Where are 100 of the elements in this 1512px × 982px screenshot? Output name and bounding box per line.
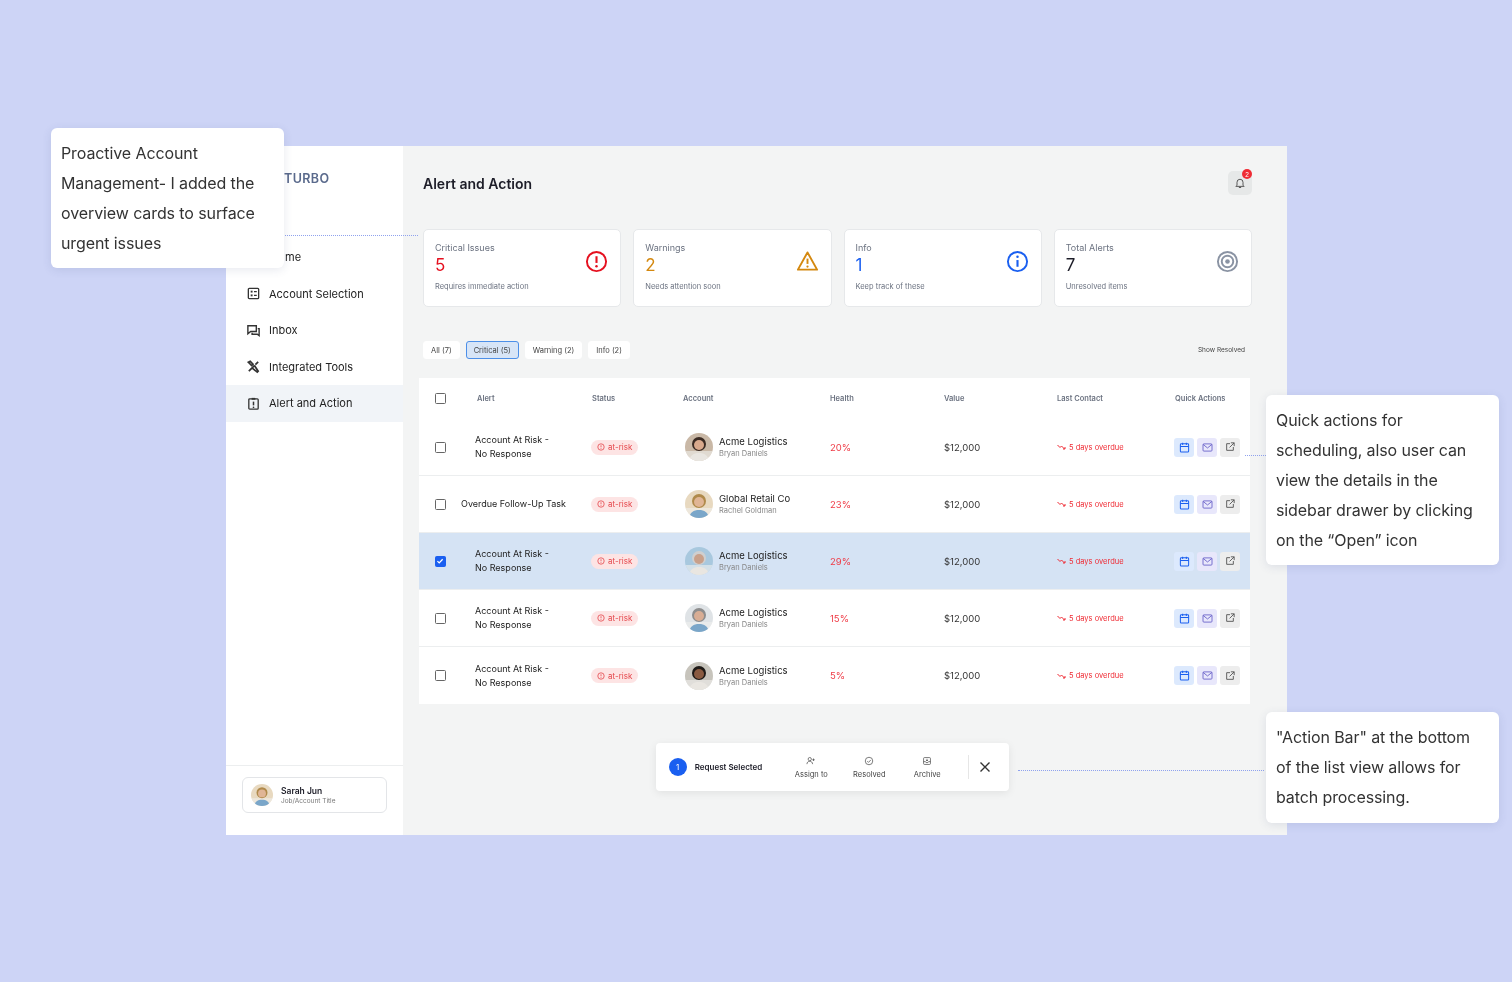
add-user-icon bbox=[806, 755, 817, 766]
warning-icon bbox=[795, 250, 819, 273]
alert-circle-icon bbox=[597, 443, 605, 451]
card-value: 2 bbox=[645, 255, 656, 275]
trend-down-icon bbox=[1057, 501, 1066, 507]
email-button[interactable] bbox=[1197, 437, 1217, 457]
value-cell-text: $12,000 bbox=[943, 612, 982, 624]
annotation-note: "Action Bar" at the bottom of the list view allows for batch processing. bbox=[1266, 712, 1499, 823]
mail-icon bbox=[1201, 613, 1213, 623]
schedule-button[interactable] bbox=[1174, 608, 1194, 628]
schedule-button[interactable] bbox=[1174, 437, 1194, 457]
account-name: Acme Logistics bbox=[719, 436, 788, 447]
mail-icon bbox=[1201, 671, 1213, 680]
alert-circle-icon bbox=[597, 557, 605, 565]
row-checkbox[interactable] bbox=[434, 498, 446, 510]
calendar-icon bbox=[1178, 555, 1190, 567]
close-icon bbox=[979, 761, 992, 773]
row-checkbox[interactable] bbox=[434, 555, 446, 567]
value-cell-text: $12,000 bbox=[943, 498, 982, 510]
chat-icon bbox=[246, 322, 261, 338]
selected-count: 1 bbox=[668, 758, 687, 776]
mail-icon bbox=[1201, 499, 1213, 509]
trend-down-icon bbox=[1057, 444, 1066, 450]
status-badge: at-risk bbox=[591, 668, 639, 683]
trend-down-icon bbox=[1057, 558, 1066, 564]
health-value: 29% bbox=[829, 555, 852, 567]
value-cell-text: $12,000 bbox=[943, 555, 982, 567]
external-link-icon bbox=[1225, 613, 1235, 623]
annotation-note: Proactive Account Management- I added the overview cards to surface urgent issues bbox=[51, 128, 284, 268]
open-button[interactable] bbox=[1220, 494, 1240, 514]
mail-icon bbox=[1201, 556, 1213, 566]
annotation-note: Quick actions for scheduling, also user can view the details in the sidebar drawer by clicking on the “Open” icon bbox=[1266, 395, 1499, 565]
account-name: Global Retail Co bbox=[719, 493, 791, 504]
external-link-icon bbox=[1225, 556, 1235, 566]
open-button[interactable] bbox=[1220, 608, 1240, 628]
email-button[interactable] bbox=[1197, 666, 1217, 685]
select-all-checkbox[interactable] bbox=[434, 393, 446, 404]
health-value: 23% bbox=[829, 498, 852, 510]
user-name: Sarah Jun bbox=[281, 785, 324, 796]
info-icon bbox=[1005, 250, 1029, 273]
status-badge: at-risk bbox=[591, 610, 639, 626]
logo-text: TURBO bbox=[284, 171, 330, 186]
account-name: Acme Logistics bbox=[719, 607, 788, 618]
check-circle-icon bbox=[864, 755, 875, 766]
external-link-icon bbox=[1225, 499, 1235, 509]
email-button[interactable] bbox=[1197, 494, 1217, 514]
email-button[interactable] bbox=[1197, 608, 1217, 628]
exclamation-circle-icon bbox=[585, 250, 609, 273]
status-badge: at-risk bbox=[591, 553, 639, 569]
alert-circle-icon bbox=[597, 671, 605, 680]
card-label: Total Alerts bbox=[1065, 242, 1114, 253]
card-value: 7 bbox=[1065, 255, 1076, 275]
alert-title: Account At Risk - No Response bbox=[474, 661, 550, 690]
list-icon bbox=[246, 286, 261, 302]
mail-icon bbox=[1201, 442, 1213, 452]
row-checkbox[interactable] bbox=[434, 441, 446, 453]
value-cell-text: $12,000 bbox=[943, 670, 982, 681]
account-name: Acme Logistics bbox=[719, 664, 788, 676]
calendar-icon bbox=[1178, 441, 1190, 453]
health-value: 20% bbox=[829, 441, 853, 453]
archive-icon bbox=[922, 755, 933, 766]
bell-icon bbox=[1234, 177, 1246, 189]
alert-title: Account At Risk - No Response bbox=[474, 604, 550, 632]
sidebar-item[interactable]: Inbox bbox=[226, 312, 403, 349]
external-link-icon bbox=[1225, 442, 1235, 452]
close-button[interactable] bbox=[979, 761, 992, 773]
card-label: Critical Issues bbox=[435, 242, 495, 253]
card-label: Warnings bbox=[645, 242, 686, 253]
status-badge: at-risk bbox=[591, 439, 639, 455]
health-value: 15% bbox=[829, 612, 850, 624]
trend-down-icon bbox=[1057, 615, 1066, 621]
sidebar-item[interactable]: Alert and Action bbox=[226, 385, 403, 422]
selection-label: Request Selected bbox=[694, 762, 763, 772]
alert-title: Account At Risk - No Response bbox=[474, 433, 550, 461]
page-title: Alert and Action bbox=[423, 174, 533, 192]
schedule-button[interactable] bbox=[1174, 666, 1194, 685]
schedule-button[interactable] bbox=[1174, 551, 1194, 571]
row-checkbox[interactable] bbox=[434, 612, 446, 624]
target-icon bbox=[1216, 250, 1239, 273]
sidebar-item[interactable]: Integrated Tools bbox=[226, 348, 403, 385]
open-button[interactable] bbox=[1220, 551, 1240, 571]
calendar-icon bbox=[1178, 670, 1190, 681]
schedule-button[interactable] bbox=[1174, 494, 1194, 514]
card-value: 1 bbox=[855, 255, 863, 275]
sidebar-item[interactable]: me bbox=[285, 239, 403, 276]
alert-title: Overdue Follow-Up Task bbox=[461, 497, 567, 511]
external-link-icon bbox=[1225, 670, 1235, 681]
clipboard-alert-icon bbox=[246, 395, 261, 411]
row-checkbox[interactable] bbox=[434, 670, 446, 681]
sidebar-item[interactable]: Account Selection bbox=[226, 275, 403, 312]
alert-title: Account At Risk - No Response bbox=[474, 547, 550, 575]
open-button[interactable] bbox=[1220, 666, 1240, 685]
calendar-icon bbox=[1178, 612, 1190, 624]
check-icon bbox=[436, 557, 444, 565]
calendar-icon bbox=[1178, 498, 1190, 510]
alert-circle-icon bbox=[597, 500, 605, 508]
trend-down-icon bbox=[1057, 672, 1066, 679]
card-value: 5 bbox=[435, 255, 446, 275]
card-label: Info bbox=[855, 242, 872, 253]
open-button[interactable] bbox=[1220, 437, 1240, 457]
